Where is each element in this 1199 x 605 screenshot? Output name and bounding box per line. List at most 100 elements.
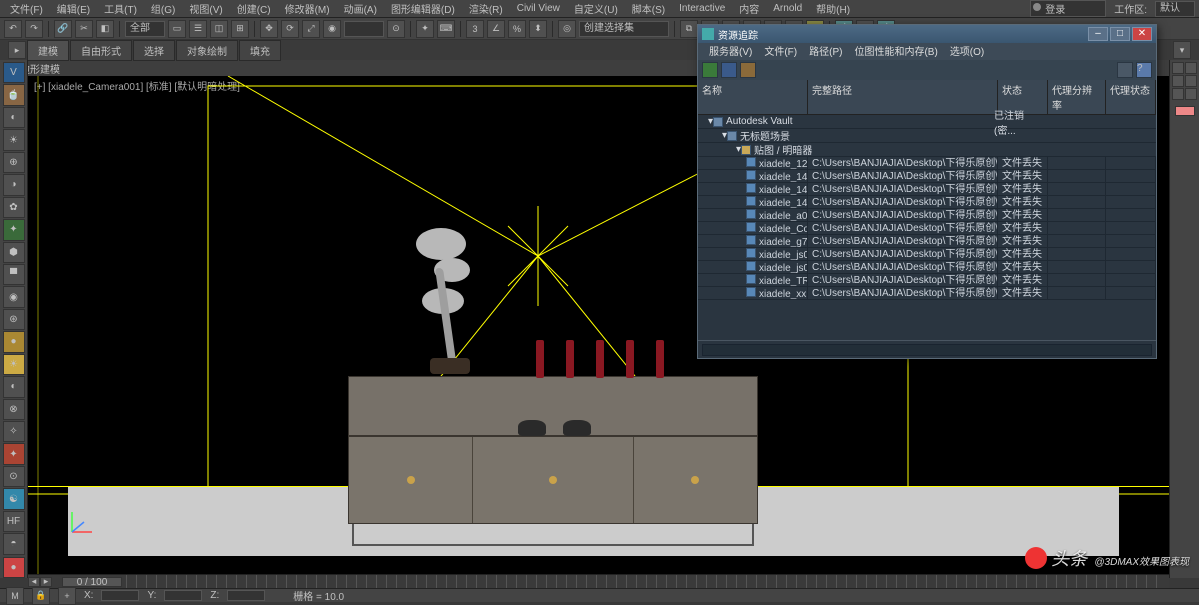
tool-icon-13[interactable]: ◐ [3, 376, 25, 397]
menu-edit[interactable]: 编辑(E) [51, 1, 96, 16]
select-region-button[interactable]: ◫ [210, 20, 228, 38]
menu-script[interactable]: 脚本(S) [626, 1, 671, 16]
select-name-button[interactable]: ☰ [189, 20, 207, 38]
tool-icon-2[interactable]: ☀ [3, 129, 25, 150]
file-row[interactable]: xiadele_Conc...C:\Users\BANJIAJIA\Deskto… [698, 222, 1156, 235]
tab-objectpaint[interactable]: 对象绘制 [176, 40, 238, 61]
tool-icon-15[interactable]: ✧ [3, 421, 25, 442]
tree-row[interactable]: ▾ Autodesk Vault已注销 (密... [698, 115, 1156, 129]
time-ruler[interactable] [126, 575, 1165, 588]
tab-modeling[interactable]: 建模 [27, 40, 69, 61]
menu-custom[interactable]: 自定义(U) [568, 1, 624, 16]
bind-button[interactable]: ◧ [96, 20, 114, 38]
menu-civilview[interactable]: Civil View [511, 3, 566, 14]
coord-x-field[interactable] [101, 590, 139, 601]
vray-icon[interactable]: V [3, 62, 25, 83]
login-field[interactable]: 登录 [1030, 0, 1106, 17]
undo-button[interactable]: ↶ [4, 20, 22, 38]
angle-snap-button[interactable]: ∠ [487, 20, 505, 38]
tool-icon-10[interactable]: ⊛ [3, 309, 25, 330]
file-row[interactable]: xiadele_js00...C:\Users\BANJIAJIA\Deskto… [698, 248, 1156, 261]
col-proxystatus[interactable]: 代理状态 [1106, 80, 1156, 114]
maximize-button[interactable]: □ [1110, 27, 1130, 41]
table-view-icon[interactable] [740, 62, 756, 78]
snap-button[interactable]: 3 [466, 20, 484, 38]
menu-content[interactable]: 内容 [733, 1, 765, 16]
tool-icon-16[interactable]: ✦ [3, 443, 25, 464]
percent-snap-button[interactable]: % [508, 20, 526, 38]
tool-icon-3[interactable]: ⊕ [3, 152, 25, 173]
tool-icon-4[interactable]: ◑ [3, 174, 25, 195]
tree-row[interactable]: ▾ 无标题场景 [698, 129, 1156, 143]
coord-z-field[interactable] [227, 590, 265, 601]
menu-graph[interactable]: 图形编辑器(D) [385, 1, 461, 16]
unlink-button[interactable]: ✂ [75, 20, 93, 38]
coord-y-field[interactable] [164, 590, 202, 601]
refresh-icon[interactable] [702, 62, 718, 78]
tree-view-icon[interactable] [721, 62, 737, 78]
tool-icon-18[interactable]: ☯ [3, 488, 25, 509]
menu-view[interactable]: 视图(V) [183, 1, 228, 16]
col-path[interactable]: 完整路径 [808, 80, 998, 114]
tab-populate[interactable]: 填充 [239, 40, 281, 61]
viewport-label[interactable]: [+] [xiadele_Camera001] [标准] [默认明暗处理] [34, 78, 240, 93]
timeline-next-icon[interactable]: ▸ [40, 577, 52, 587]
tool-icon-8[interactable]: ▀ [3, 264, 25, 285]
menu-group[interactable]: 组(G) [145, 1, 181, 16]
utilities-tab-icon[interactable] [1185, 88, 1197, 100]
file-row[interactable]: xiadele_xx.jpgC:\Users\BANJIAJIA\Desktop… [698, 287, 1156, 300]
dialog-menu-path[interactable]: 路径(P) [804, 43, 847, 60]
file-row[interactable]: xiadele_js00...C:\Users\BANJIAJIA\Deskto… [698, 261, 1156, 274]
move-button[interactable]: ✥ [260, 20, 278, 38]
selection-filter-dropdown[interactable]: 全部 [125, 21, 165, 37]
tool-icon-6[interactable]: ✦ [3, 219, 25, 240]
workspace-dropdown[interactable]: 默认 [1155, 1, 1195, 17]
refcoord-dropdown[interactable] [344, 21, 384, 37]
tree-row[interactable]: ▾ 贴图 / 明暗器 [698, 143, 1156, 157]
modify-tab-icon[interactable] [1185, 62, 1197, 74]
menu-animation[interactable]: 动画(A) [338, 1, 383, 16]
object-color-swatch[interactable] [1175, 106, 1195, 116]
tool-icon-7[interactable]: ⬢ [3, 242, 25, 263]
col-name[interactable]: 名称 [698, 80, 808, 114]
tool-icon-5[interactable]: ✿ [3, 197, 25, 218]
tab-freeform[interactable]: 自由形式 [70, 40, 132, 61]
dialog-menu-bitmap[interactable]: 位图性能和内存(B) [849, 43, 942, 60]
menu-modifier[interactable]: 修改器(M) [279, 1, 336, 16]
menu-file[interactable]: 文件(F) [4, 1, 49, 16]
highlight-icon[interactable] [1117, 62, 1133, 78]
hierarchy-tab-icon[interactable] [1172, 75, 1184, 87]
redo-button[interactable]: ↷ [25, 20, 43, 38]
editnamed-button[interactable]: ◎ [558, 20, 576, 38]
teapot-icon[interactable]: 🍵 [3, 84, 25, 105]
tool-icon-12[interactable]: ☀ [3, 354, 25, 375]
tool-icon-9[interactable]: ◉ [3, 286, 25, 307]
file-row[interactable]: xiadele_14_5...C:\Users\BANJIAJIA\Deskto… [698, 183, 1156, 196]
named-selection-dropdown[interactable]: 创建选择集 [579, 21, 669, 37]
menu-help[interactable]: 帮助(H) [810, 1, 856, 16]
select-button[interactable]: ▭ [168, 20, 186, 38]
spinner-snap-button[interactable]: ⬍ [529, 20, 547, 38]
file-row[interactable]: xiadele_14_F...C:\Users\BANJIAJIA\Deskto… [698, 196, 1156, 209]
pivot-button[interactable]: ⊙ [387, 20, 405, 38]
file-row[interactable]: xiadele_a02a...C:\Users\BANJIAJIA\Deskto… [698, 209, 1156, 222]
scale-button[interactable]: ⤢ [302, 20, 320, 38]
tool-icon-20[interactable]: ◓ [3, 533, 25, 554]
close-button[interactable]: ✕ [1132, 27, 1152, 41]
timeline-prev-icon[interactable]: ◂ [28, 577, 40, 587]
file-row[interactable]: xiadele_g7.jpgC:\Users\BANJIAJIA\Desktop… [698, 235, 1156, 248]
time-scrubber[interactable]: 0 / 100 [62, 577, 122, 587]
tool-icon-14[interactable]: ⊗ [3, 399, 25, 420]
placement-button[interactable]: ◉ [323, 20, 341, 38]
dialog-menu-options[interactable]: 选项(O) [945, 43, 989, 60]
create-tab-icon[interactable] [1172, 62, 1184, 74]
manipulate-button[interactable]: ✦ [416, 20, 434, 38]
motion-tab-icon[interactable] [1185, 75, 1197, 87]
link-button[interactable]: 🔗 [54, 20, 72, 38]
menu-create[interactable]: 创建(C) [231, 1, 277, 16]
script-listener-icon[interactable]: ● [3, 557, 25, 578]
rotate-button[interactable]: ⟳ [281, 20, 299, 38]
tool-icon-11[interactable]: ● [3, 331, 25, 352]
minimize-button[interactable]: – [1088, 27, 1108, 41]
ribbon-toggle-icon[interactable]: ▸ [8, 41, 26, 59]
